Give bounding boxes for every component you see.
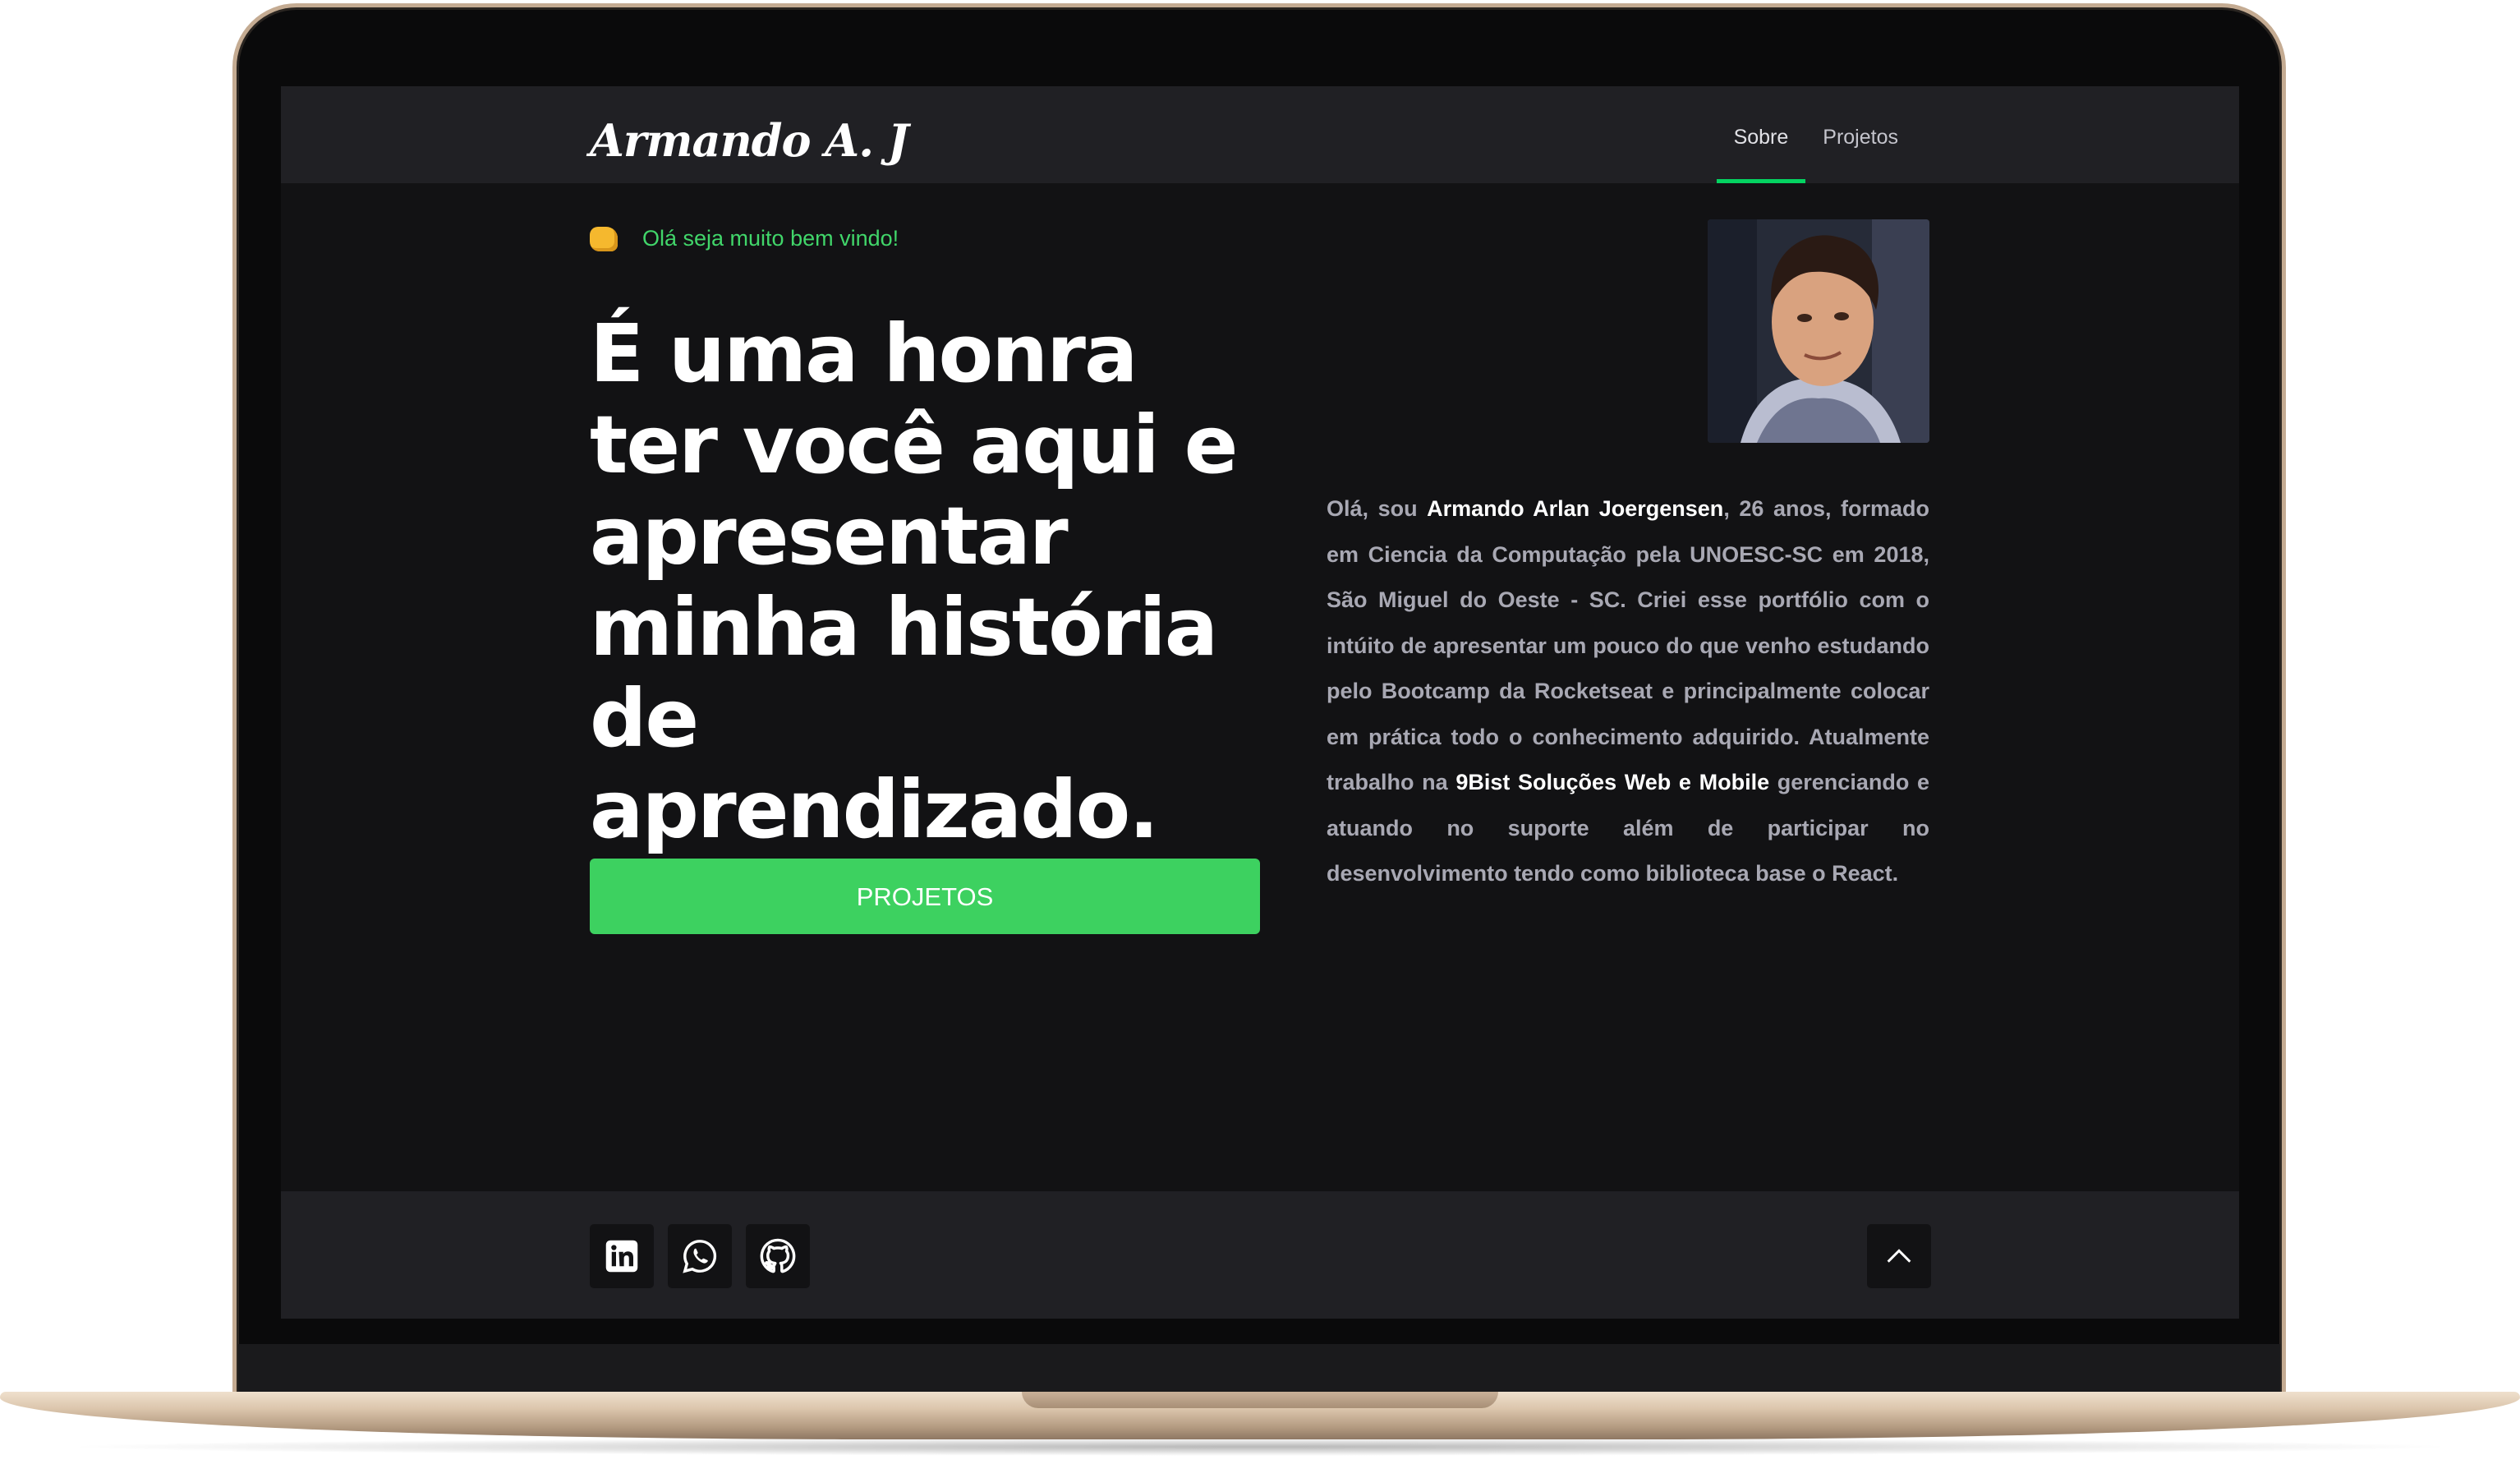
laptop-shadow [57,1438,2463,1456]
header: Armando A. J Sobre Projetos [281,86,2239,183]
about-company: 9Bist Soluções Web e Mobile [1455,770,1770,794]
linkedin-button[interactable] [590,1224,654,1288]
profile-photo [1708,219,1929,443]
site-logo[interactable]: Armando A. J [590,114,908,167]
projetos-button[interactable]: PROJETOS [590,859,1260,934]
github-icon [760,1238,796,1273]
github-button[interactable] [746,1224,810,1288]
footer [281,1191,2239,1319]
about-intro: Olá, sou [1327,496,1428,521]
linkedin-icon [605,1240,638,1273]
fist-bump-icon [590,226,618,251]
nav: Sobre Projetos [1716,86,1915,183]
laptop-chin [238,1344,2280,1393]
greeting-text: Olá seja muito bem vindo! [642,226,899,251]
about-text: Olá, sou Armando Arlan Joergensen, 26 an… [1327,486,1929,897]
scroll-top-button[interactable] [1867,1224,1931,1288]
whatsapp-icon [683,1240,717,1273]
whatsapp-button[interactable] [668,1224,732,1288]
social-links [590,1224,810,1288]
nav-item-sobre[interactable]: Sobre [1716,86,1806,183]
about-name: Armando Arlan Joergensen [1427,496,1724,521]
screen: Armando A. J Sobre Projetos Olá seja mui… [281,86,2239,1319]
greeting: Olá seja muito bem vindo! [590,226,899,251]
about-middle: , 26 anos, formado em Ciencia da Computa… [1327,496,1930,794]
headline: É uma honra ter você aqui e apresentar m… [590,307,1238,856]
laptop-notch [1022,1392,1498,1408]
chevron-up-icon [1887,1249,1911,1263]
nav-item-projetos[interactable]: Projetos [1805,86,1915,183]
